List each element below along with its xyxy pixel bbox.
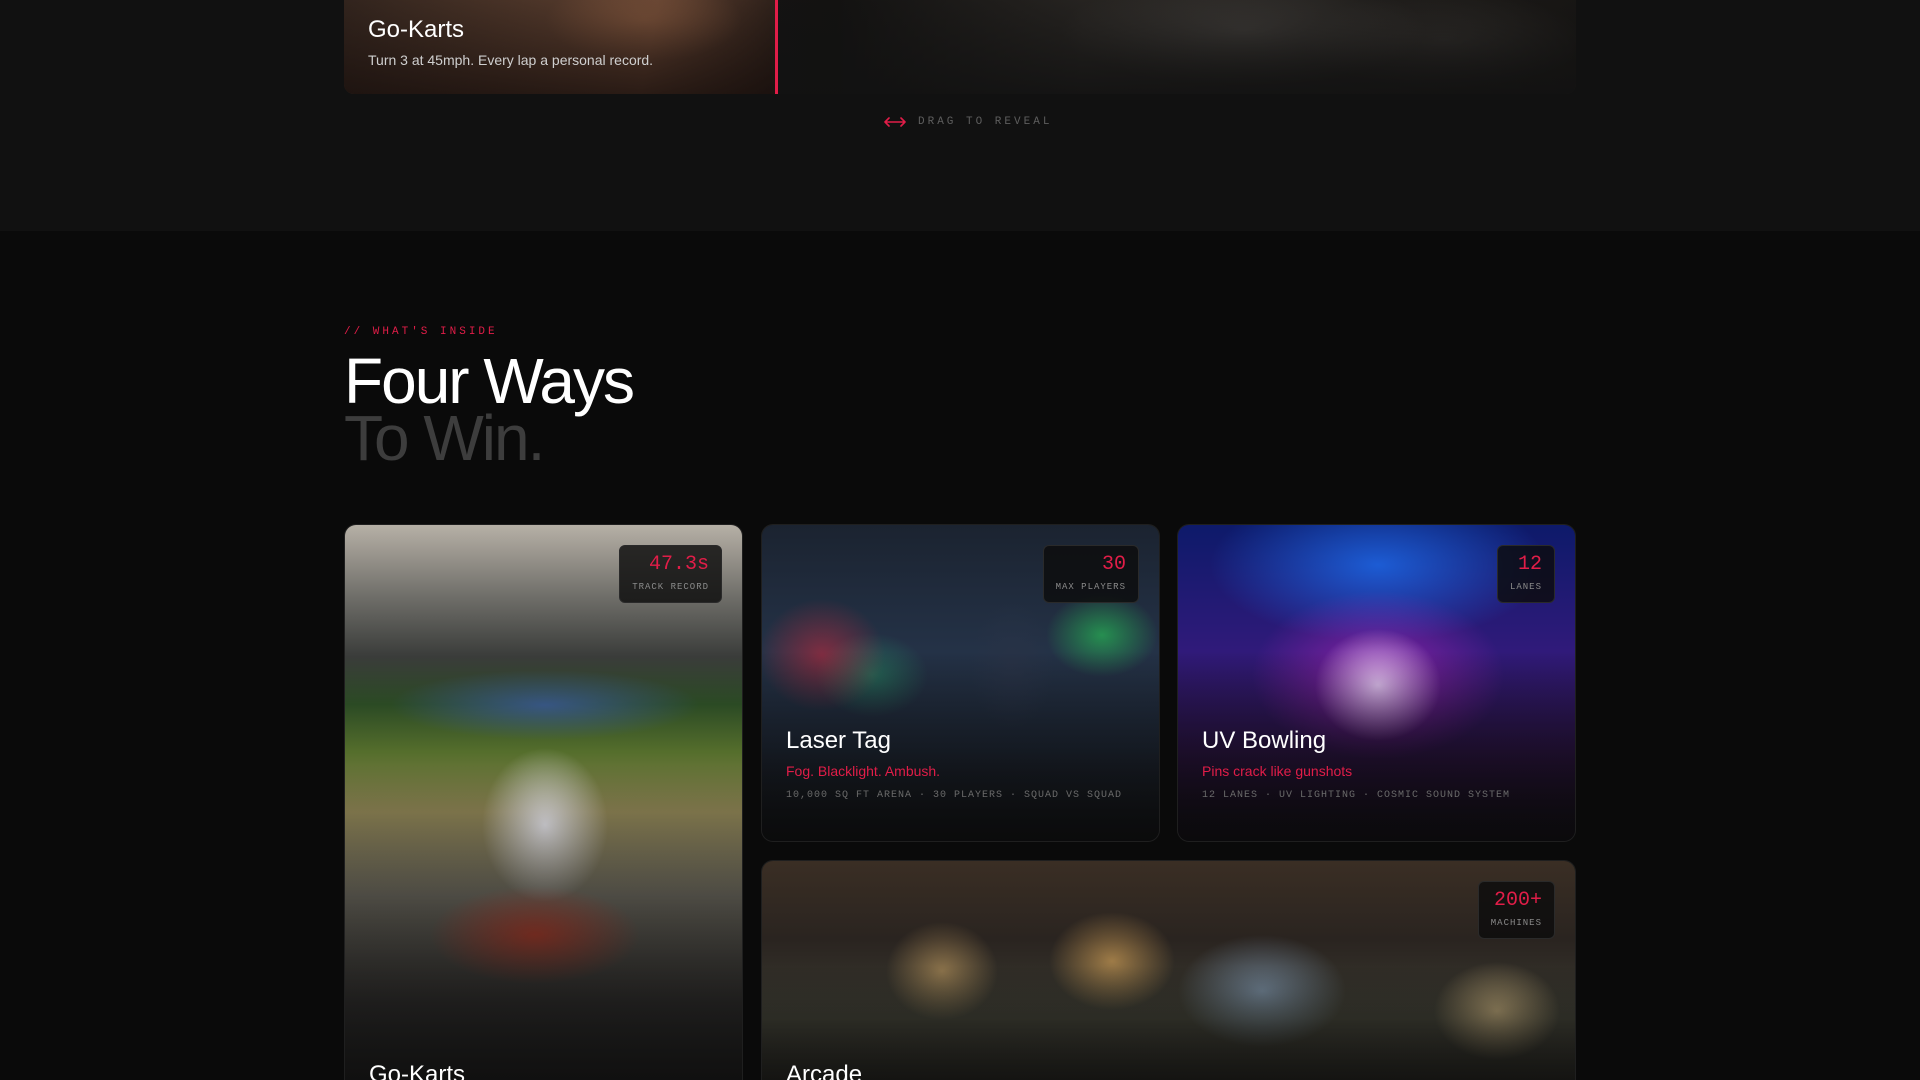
reveal-comparison[interactable]: Go-Karts Turn 3 at 45mph. Every lap a pe… <box>344 0 1576 94</box>
reveal-before-image <box>344 0 776 94</box>
reveal-section: Go-Karts Turn 3 at 45mph. Every lap a pe… <box>0 0 1920 231</box>
stat-label: MACHINES <box>1490 918 1542 928</box>
card-title: Go-Karts <box>369 1061 466 1080</box>
card-title: UV Bowling <box>1202 727 1327 754</box>
stat-label: TRACK RECORD <box>632 582 709 592</box>
card-arcade[interactable]: 200+ MACHINES Arcade <box>761 860 1576 1080</box>
reveal-drag-handle[interactable] <box>775 0 778 94</box>
double-arrow-icon <box>884 116 906 128</box>
stat-value: 30 <box>1101 553 1126 576</box>
card-tagline: Fog. Blacklight. Ambush. <box>786 763 941 779</box>
drag-hint: DRAG TO REVEAL <box>884 116 1052 128</box>
section-heading-line2: To Win. <box>344 402 545 474</box>
card-title: Laser Tag <box>786 727 891 754</box>
card-uv-bowling[interactable]: 12 LANES UV Bowling Pins crack like guns… <box>1177 524 1576 842</box>
stat-badge: 47.3s TRACK RECORD <box>619 545 722 603</box>
reveal-subtitle: Turn 3 at 45mph. Every lap a personal re… <box>368 52 654 68</box>
card-specs: 12 LANES · UV LIGHTING · COSMIC SOUND SY… <box>1202 790 1511 801</box>
stat-value: 47.3s <box>648 553 709 576</box>
stat-label: MAX PLAYERS <box>1055 582 1126 592</box>
section-eyebrow: // WHAT'S INSIDE <box>344 326 498 338</box>
card-tagline: Pins crack like gunshots <box>1202 763 1353 779</box>
stat-value: 12 <box>1517 553 1542 576</box>
stat-badge: 12 LANES <box>1496 545 1555 603</box>
stat-badge: 200+ MACHINES <box>1477 881 1555 939</box>
card-title: Arcade <box>786 1061 863 1080</box>
stat-value: 200+ <box>1493 889 1542 912</box>
card-specs: 10,000 SQ FT ARENA · 30 PLAYERS · SQUAD … <box>786 790 1123 801</box>
reveal-title: Go-Karts <box>368 16 465 43</box>
card-laser-tag[interactable]: 30 MAX PLAYERS Laser Tag Fog. Blacklight… <box>761 524 1160 842</box>
card-go-karts[interactable]: 47.3s TRACK RECORD Go-Karts <box>344 524 743 1080</box>
stat-label: LANES <box>1509 582 1542 592</box>
drag-hint-label: DRAG TO REVEAL <box>918 116 1053 128</box>
stat-badge: 30 MAX PLAYERS <box>1042 545 1139 603</box>
